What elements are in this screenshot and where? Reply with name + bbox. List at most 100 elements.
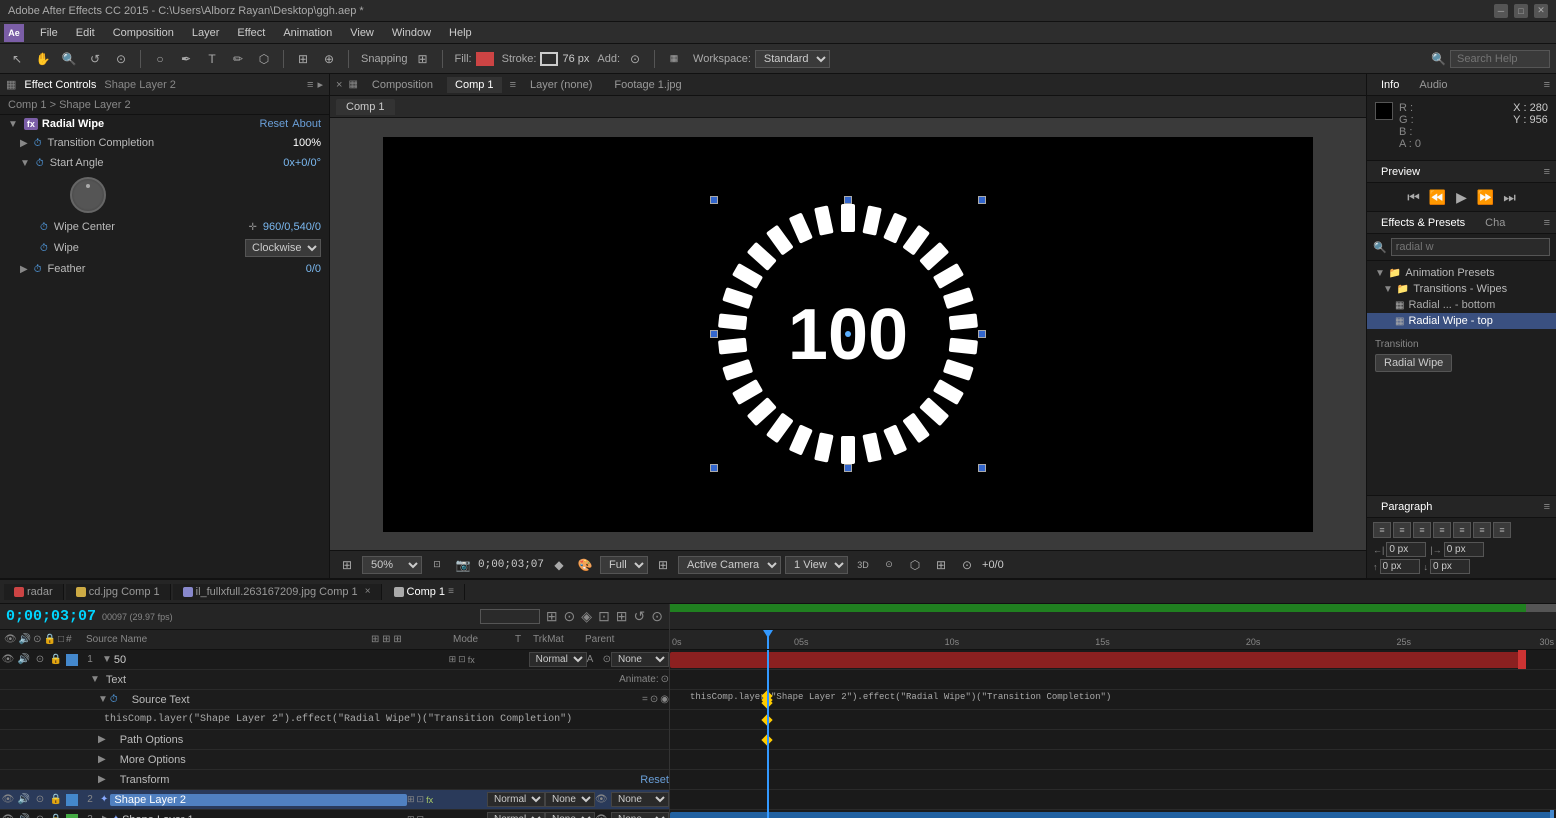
menu-composition[interactable]: Composition [105,25,182,41]
view-select[interactable]: 1 View [785,556,848,574]
vis-toggle-3[interactable]: 👁 [0,812,16,818]
wipe-dropdown[interactable]: Clockwise [245,239,321,257]
overlay-btn[interactable]: ⊞ [930,554,952,576]
close-button[interactable]: ✕ [1534,4,1548,18]
panel-close-btn[interactable]: ▦ [6,78,16,91]
audio-toggle-1[interactable]: 🔊 [16,652,32,668]
mode-select-1[interactable]: Normal [529,652,587,667]
switch-2b[interactable]: ⊡ [417,794,425,805]
effects-search-input[interactable] [1391,238,1550,256]
audio-toggle-3[interactable]: 🔊 [16,812,32,818]
selection-tool[interactable]: ↖ [6,48,28,70]
align-center-btn[interactable]: ≡ [1393,522,1411,538]
timeline-search[interactable] [480,609,540,624]
align-left-btn[interactable]: ≡ [1373,522,1391,538]
playhead-line[interactable] [767,630,769,649]
menu-edit[interactable]: Edit [68,25,103,41]
transform-reset[interactable]: Reset [640,774,669,786]
region-of-interest-btn[interactable]: ⊞ [336,554,358,576]
layer-expand-1[interactable]: ▼ [102,654,112,665]
puppet-tool[interactable]: ⊕ [318,48,340,70]
indent-left-input[interactable] [1386,542,1426,557]
space-after-input[interactable] [1430,559,1470,574]
grid-btn[interactable]: ⊞ [652,554,674,576]
switch-2a[interactable]: ⊞ [407,794,415,805]
dial-control[interactable] [70,177,106,213]
rotate-tool[interactable]: ↺ [84,48,106,70]
3d-btn[interactable]: 3D [852,554,874,576]
play-btn[interactable]: ▶ [1452,187,1472,207]
expand-icon[interactable]: ▶ [20,264,28,275]
menu-file[interactable]: File [32,25,66,41]
indent-right-input[interactable] [1444,542,1484,557]
layer-name-1[interactable]: 50 [114,654,449,666]
menu-window[interactable]: Window [384,25,439,41]
panel-expand-btn[interactable]: ▸ [317,78,323,91]
text-tool[interactable]: T [201,48,223,70]
audio-tab[interactable]: Audio [1411,77,1455,93]
panel-menu-btn[interactable]: ≡ [1544,79,1550,91]
vis-toggle-2[interactable]: 👁 [0,792,16,808]
info-tab[interactable]: Info [1373,77,1407,93]
vis-toggle-1[interactable]: 👁 [0,652,16,668]
next-keyframe-btn[interactable]: ⏭ [1500,187,1520,207]
solo-toggle-1[interactable]: ⊙ [32,652,48,668]
tl-settings-btn[interactable]: ⊞ [546,608,558,625]
tl-sync-btn[interactable]: ⊙ [564,608,576,625]
track-end-handle-2[interactable] [1550,810,1554,818]
justify-center-btn[interactable]: ≡ [1453,522,1471,538]
menu-help[interactable]: Help [441,25,480,41]
layer-name-3[interactable]: Shape Layer 1 [122,814,407,818]
footage-tab[interactable]: Footage 1.jpg [606,77,689,93]
animate-sub-icon[interactable]: ⊙ [661,674,669,685]
align-tool[interactable]: ⊞ [292,48,314,70]
snapping-toggle[interactable]: ⊞ [412,48,434,70]
fx-icon-1[interactable]: fx [468,655,475,665]
track-end-handle-1[interactable] [1518,650,1526,669]
solo-toggle-3[interactable]: ⊙ [32,812,48,818]
tab-comp1[interactable]: Comp 1 ≡ [384,584,465,600]
expr-fill[interactable]: ◉ [660,694,669,705]
expand-icon[interactable]: ▶ [20,138,28,149]
animate-icon[interactable]: ⊙ [603,654,611,665]
align-right-btn[interactable]: ≡ [1413,522,1431,538]
transition-badge[interactable]: Radial Wipe [1375,354,1452,372]
composition-viewer[interactable]: 100 [330,118,1366,550]
menu-animation[interactable]: Animation [275,25,340,41]
layer-tab[interactable]: Layer (none) [522,77,600,93]
prev-keyframe-btn[interactable]: ⏮ [1404,187,1424,207]
flow-btn[interactable]: ⊙ [956,554,978,576]
prop-value[interactable]: 100% [293,137,321,149]
panel-menu-btn[interactable]: ≡ [307,79,313,91]
menu-effect[interactable]: Effect [229,25,273,41]
quality-select[interactable]: Full [600,556,648,574]
panel-menu-btn[interactable]: ≡ [1544,166,1550,178]
panel-menu-btn[interactable]: ≡ [1544,501,1550,513]
radial-top-item[interactable]: ▦ Radial Wipe - top [1367,313,1556,329]
audio-toggle-2[interactable]: 🔊 [16,792,32,808]
brush-tool[interactable]: ✏ [227,48,249,70]
lock-toggle-2[interactable]: 🔒 [48,792,64,808]
next-frame-btn[interactable]: ⏩ [1476,187,1496,207]
justify-left-btn[interactable]: ≡ [1433,522,1451,538]
maximize-button[interactable]: □ [1514,4,1528,18]
tl-lock-btn[interactable]: ⊡ [598,608,610,625]
camera-orbit-tool[interactable]: ⊙ [110,48,132,70]
shape-tool[interactable]: ○ [149,48,171,70]
timeline-scrollbar[interactable] [1526,604,1556,612]
switch-3b[interactable]: ⊡ [417,814,425,818]
expand-icon[interactable]: ▼ [20,158,30,169]
tab-close-il[interactable]: × [365,586,371,597]
fast-preview-btn[interactable]: ⊙ [878,554,900,576]
transitions-wipes-item[interactable]: ▼ 📁 Transitions - Wipes [1367,281,1556,297]
mode-select-2[interactable]: Normal [487,792,545,807]
radial-bottom-item[interactable]: ▦ Radial ... - bottom [1367,297,1556,313]
tab-menu-comp1[interactable]: ≡ [448,586,454,597]
effects-presets-tab[interactable]: Effects & Presets [1373,215,1473,231]
color-picker-btn[interactable]: 🎨 [574,554,596,576]
sub-expand-text[interactable]: ▼ [82,674,100,685]
fit-btn[interactable]: ⊡ [426,554,448,576]
tl-comp-btn[interactable]: ⊞ [616,608,628,625]
prev-frame-btn[interactable]: ⏪ [1428,187,1448,207]
sub-expand-path[interactable]: ▶ [82,734,106,745]
